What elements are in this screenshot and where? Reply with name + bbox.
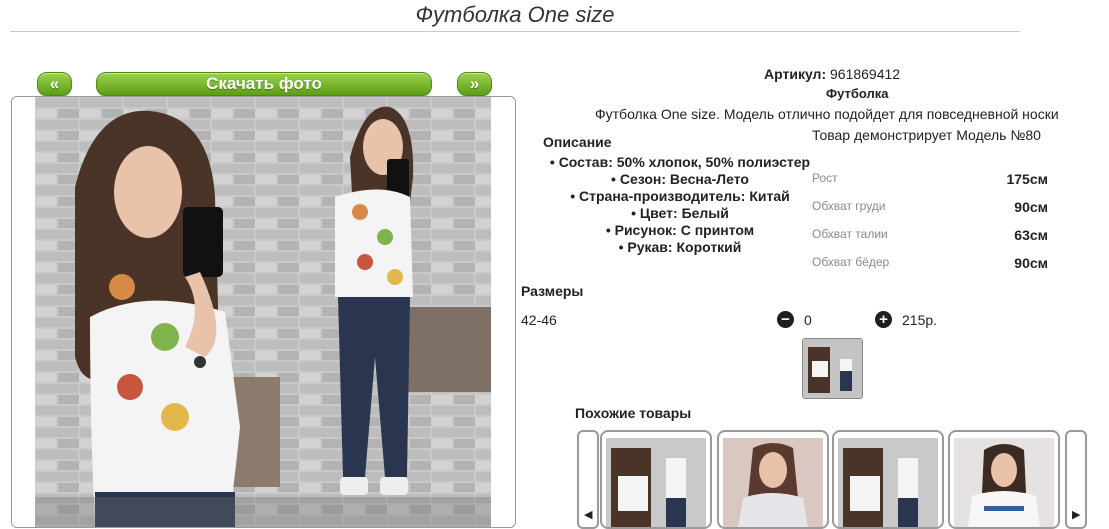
minus-circle-icon[interactable]: − (777, 311, 794, 328)
product-name: Футболка (826, 86, 889, 101)
product-photo[interactable] (35, 97, 491, 527)
measurement-label: Рост (812, 171, 838, 185)
measurement-value: 90см (1014, 255, 1048, 271)
download-photo-button[interactable]: Скачать фото (96, 72, 432, 96)
measurement-value: 175см (1006, 171, 1048, 187)
measurement-value: 63см (1014, 227, 1048, 243)
quantity-value: 0 (804, 312, 812, 328)
model-note: Товар демонстрирует Модель №80 (812, 127, 1041, 143)
article-value: 961869412 (826, 66, 901, 82)
spec-list: Состав: 50% хлопок, 50% полиэстер Сезон:… (530, 154, 830, 256)
product-photo-frame (11, 96, 516, 528)
product-thumbnail[interactable] (802, 338, 863, 399)
product-description: Футболка One size. Модель отлично подойд… (595, 106, 1059, 122)
spec-item: Рисунок: С принтом (530, 222, 830, 239)
carousel-prev-button[interactable]: ◀ (577, 430, 599, 529)
spec-item: Страна-производитель: Китай (530, 188, 830, 205)
title-divider (10, 31, 1020, 32)
plus-circle-icon[interactable]: + (875, 311, 892, 328)
similar-heading: Похожие товары (575, 405, 692, 421)
measurement-label: Обхват талии (812, 227, 888, 241)
measurement-label: Обхват бёдер (812, 255, 890, 269)
description-heading: Описание (543, 134, 612, 150)
spec-item: Рукав: Короткий (530, 239, 830, 256)
similar-product-card[interactable] (832, 430, 944, 529)
spec-item: Состав: 50% хлопок, 50% полиэстер (530, 154, 830, 171)
page-title: Футболка One size (415, 2, 615, 27)
measurement-label: Обхват груди (812, 199, 886, 213)
spec-item: Сезон: Весна-Лето (530, 171, 830, 188)
prev-photo-button[interactable]: « (37, 72, 72, 96)
spec-item: Цвет: Белый (530, 205, 830, 222)
measurement-value: 90см (1014, 199, 1048, 215)
size-value: 42-46 (521, 312, 557, 328)
similar-product-card[interactable] (948, 430, 1060, 529)
similar-product-card[interactable] (600, 430, 712, 529)
chevron-left-icon: ◀ (584, 509, 593, 521)
sizes-heading: Размеры (521, 283, 584, 299)
article-number: Артикул: 961869412 (764, 66, 900, 82)
chevron-right-icon: ▶ (1072, 509, 1081, 521)
price: 215р. (902, 312, 938, 328)
article-label: Артикул: (764, 66, 827, 82)
next-photo-button[interactable]: » (457, 72, 492, 96)
carousel-next-button[interactable]: ▶ (1065, 430, 1087, 529)
similar-product-card[interactable] (717, 430, 829, 529)
